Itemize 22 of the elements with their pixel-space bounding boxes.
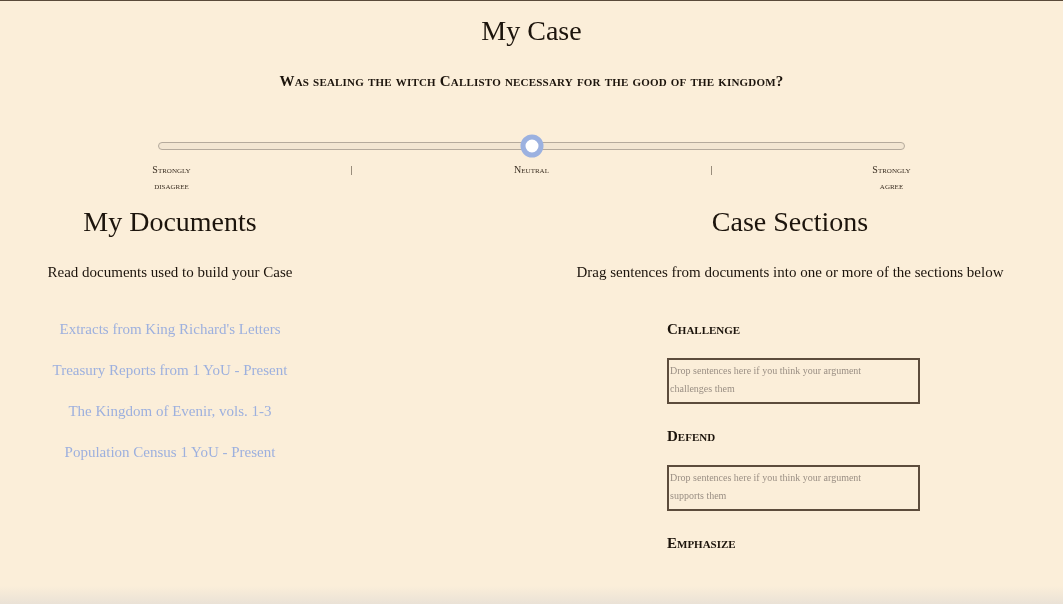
slider[interactable] — [158, 134, 905, 158]
scale-label: | — [350, 163, 353, 177]
document-link[interactable]: Population Census 1 YoU - Present — [64, 444, 276, 461]
section-label: Emphasize — [667, 535, 737, 552]
documents-heading: My Documents — [83, 205, 257, 239]
scale-label: Neutral — [514, 163, 549, 177]
document-link[interactable]: Extracts from King Richard's Letters — [59, 321, 281, 338]
sections-heading: Case Sections — [711, 205, 869, 239]
sections-subtitle: Drag sentences from documents into one or more of the sections below — [576, 264, 1004, 281]
slider-thumb[interactable] — [520, 134, 543, 158]
document-link[interactable]: The Kingdom of Evenir, vols. 1-3 — [68, 403, 272, 420]
page-title: My Case — [481, 15, 582, 47]
scale-label: Strongly disagree — [151, 163, 192, 193]
section-label: Challenge — [667, 321, 742, 338]
drop-zone[interactable]: Drop sentences here if you think your argument challenges them — [667, 358, 920, 404]
section-label: Defend — [667, 428, 717, 445]
question-text: Was sealing the witch Callisto necessary for the good of the kingdom? — [279, 73, 784, 90]
scale-label: | — [710, 163, 713, 177]
document-link[interactable]: Treasury Reports from 1 YoU - Present — [52, 362, 288, 379]
drop-zone[interactable]: Drop sentences here if you think your argument supports them — [667, 465, 920, 511]
documents-subtitle: Read documents used to build your Case — [47, 264, 293, 281]
scale-label: Strongly agree — [871, 163, 912, 193]
